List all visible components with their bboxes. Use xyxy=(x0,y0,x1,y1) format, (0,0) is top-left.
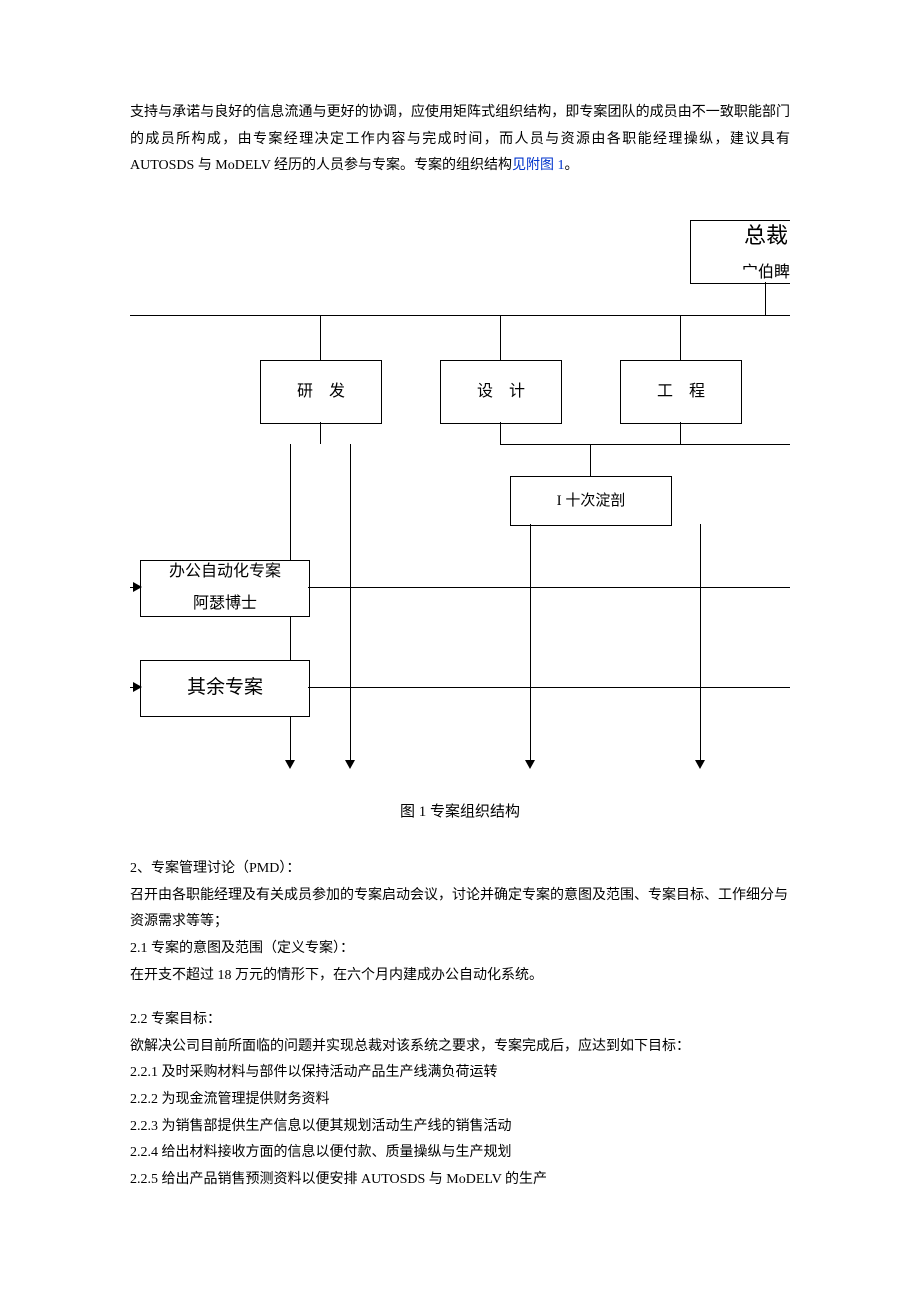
intro-text-before: 支持与承诺与良好的信息流通与更好的协调，应使用矩阵式组织结构，即专案团队的成员由… xyxy=(130,105,790,173)
org-project-line1: 其余专案 xyxy=(187,670,263,706)
paragraph: 欲解决公司目前所面临的问题并实现总裁对该系统之要求，专案完成后，应达到如下目标： xyxy=(130,1034,790,1061)
arrow-down-icon xyxy=(345,760,355,769)
heading-2: 2、专案管理讨论（PMD）： xyxy=(130,856,790,883)
org-project-box: 其余专案 xyxy=(140,660,310,717)
intro-link[interactable]: 见附图 1 xyxy=(512,158,565,173)
heading-2-2: 2.2 专案目标： xyxy=(130,1007,790,1034)
arrow-down-icon xyxy=(525,760,535,769)
list-item: 2.2.3 为销售部提供生产信息以便其规划活动生产线的销售活动 xyxy=(130,1114,790,1141)
arrow-right-icon xyxy=(133,582,142,592)
org-dept-box: 研 发 xyxy=(260,360,382,424)
paragraph: 在开支不超过 18 万元的情形下，在六个月内建成办公自动化系统。 xyxy=(130,963,790,990)
arrow-down-icon xyxy=(695,760,705,769)
list-item: 2.2.5 给出产品销售预测资料以便安排 AUTOSDS 与 MoDELV 的生… xyxy=(130,1167,790,1194)
org-chart-diagram: 总裁 宀伯睥 研 发 设 计 工 程 维 修 xyxy=(130,220,790,780)
intro-text-after: 。 xyxy=(565,158,579,173)
org-dept-box: 工 程 xyxy=(620,360,742,424)
org-project-line2: 阿瑟博士 xyxy=(193,589,257,617)
org-root-box: 总裁 宀伯睥 xyxy=(690,220,790,284)
org-dept-label: 研 发 xyxy=(291,377,351,407)
arrow-down-icon xyxy=(285,760,295,769)
list-item: 2.2.2 为现金流管理提供财务资料 xyxy=(130,1087,790,1114)
org-dept-box: 设 计 xyxy=(440,360,562,424)
org-project-line1: 办公自动化专案 xyxy=(169,560,281,588)
arrow-right-icon xyxy=(133,682,142,692)
heading-2-1: 2.1 专案的意图及范围（定义专案）： xyxy=(130,936,790,963)
intro-paragraph: 支持与承诺与良好的信息流通与更好的协调，应使用矩阵式组织结构，即专案团队的成员由… xyxy=(130,100,790,180)
paragraph: 召开由各职能经理及有关成员参加的专案启动会议，讨论并确定专案的意图及范围、专案目… xyxy=(130,883,790,936)
section-content: 2、专案管理讨论（PMD）： 召开由各职能经理及有关成员参加的专案启动会议，讨论… xyxy=(130,856,790,1193)
org-subdept-box: I 十次淀剖 xyxy=(510,476,672,526)
list-item: 2.2.4 给出材料接收方面的信息以便付款、质量操纵与生产规划 xyxy=(130,1140,790,1167)
org-project-box: 办公自动化专案 阿瑟博士 xyxy=(140,560,310,617)
org-root-subtitle: 宀伯睥 xyxy=(742,258,790,283)
org-root-title: 总裁 xyxy=(744,220,788,257)
org-dept-label: 设 计 xyxy=(471,377,531,407)
org-dept-label: 工 程 xyxy=(651,377,711,407)
list-item: 2.2.1 及时采购材料与部件以保持活动产品生产线满负荷运转 xyxy=(130,1060,790,1087)
figure-caption: 图 1 专案组织结构 xyxy=(130,798,790,827)
org-subdept-label: I 十次淀剖 xyxy=(557,487,626,516)
